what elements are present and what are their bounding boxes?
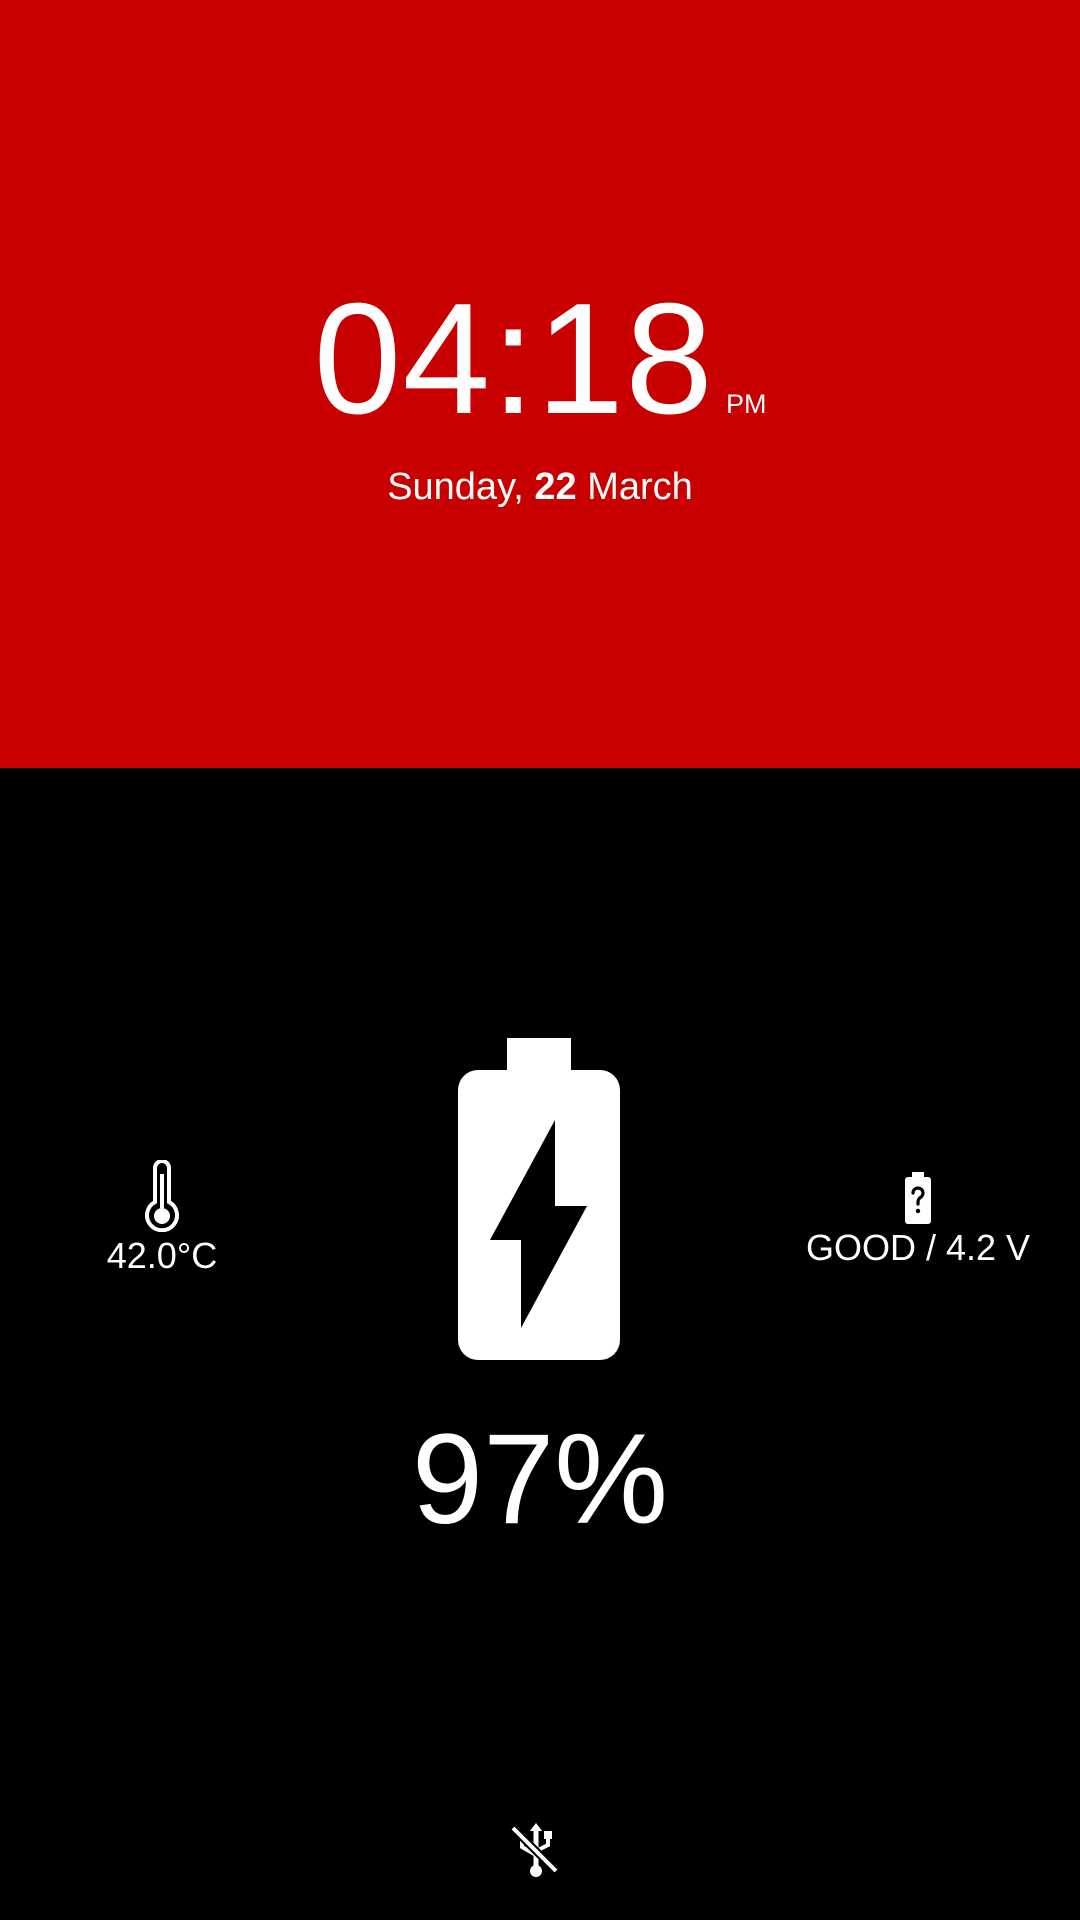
temperature-stat: 42.0°C bbox=[60, 1160, 264, 1278]
date-month: March bbox=[587, 466, 693, 508]
clock-time: 04:18 bbox=[313, 271, 714, 447]
battery-unknown-icon bbox=[905, 1172, 931, 1224]
health-stat: GOOD / 4.2 V bbox=[790, 1172, 1046, 1270]
date: Sunday, 22 March bbox=[0, 463, 1080, 511]
usb-off-icon bbox=[510, 1823, 559, 1877]
health-label: GOOD / 4.2 V bbox=[805, 1227, 1031, 1268]
clock-panel: 04:18 PM Sunday, 22 March bbox=[0, 0, 1080, 768]
temperature-label: 42.0°C bbox=[106, 1235, 218, 1276]
date-day: 22 bbox=[534, 466, 577, 508]
date-weekday: Sunday, bbox=[387, 466, 524, 508]
battery-charging-icon bbox=[458, 1038, 620, 1360]
thermometer-icon bbox=[145, 1160, 179, 1232]
clock-ampm: PM bbox=[725, 389, 767, 419]
battery-percent: 97% bbox=[411, 1408, 669, 1551]
clock: 04:18 PM bbox=[0, 280, 1080, 438]
